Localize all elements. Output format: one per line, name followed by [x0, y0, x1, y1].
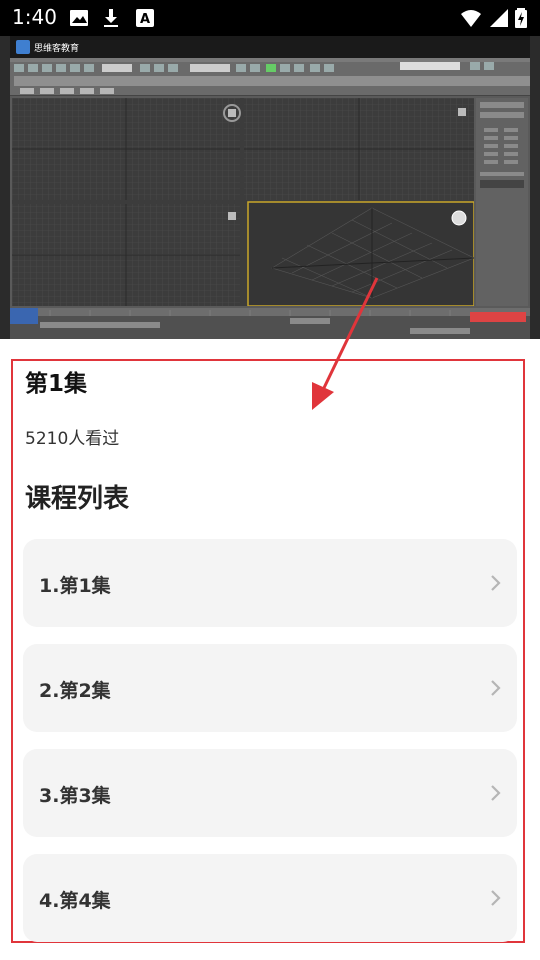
timeline-bar [10, 308, 530, 334]
app-toolbar [10, 58, 534, 96]
brand-logo-icon [16, 40, 30, 54]
software-screenshot [10, 58, 534, 339]
chevron-right-icon [491, 680, 501, 696]
a-icon: A [136, 9, 154, 27]
course-list-item[interactable]: 2.第2集 [23, 644, 517, 732]
brand-logo: 思维客教育 [16, 39, 79, 55]
chevron-right-icon [491, 575, 501, 591]
course-item-label: 4.第4集 [39, 890, 111, 912]
course-item-label: 1.第1集 [39, 575, 111, 597]
signal-icon [490, 9, 508, 27]
timeline [10, 308, 530, 339]
svg-text:A: A [140, 12, 150, 27]
status-time: 1:40 [12, 5, 57, 29]
image-icon [70, 10, 88, 26]
download-icon [104, 9, 118, 27]
video-player[interactable]: 思维客教育 [0, 36, 540, 339]
episode-title: 第1集 [25, 371, 88, 397]
toolbar-icons [10, 58, 534, 94]
viewports-area [12, 98, 475, 307]
wifi-icon [461, 10, 481, 27]
course-item-label: 3.第3集 [39, 785, 111, 807]
command-panel [476, 98, 528, 306]
chevron-right-icon [491, 890, 501, 906]
chevron-right-icon [491, 785, 501, 801]
status-bar: 1:40 A [0, 0, 540, 36]
viewport-grids [12, 98, 475, 307]
course-list-item[interactable]: 4.第4集 [23, 854, 517, 942]
course-item-label: 2.第2集 [39, 680, 111, 702]
battery-charging-icon [515, 8, 527, 28]
view-count: 5210人看过 [25, 429, 120, 449]
course-list-item[interactable]: 3.第3集 [23, 749, 517, 837]
course-list-heading: 课程列表 [25, 484, 130, 514]
course-list-item[interactable]: 1.第1集 [23, 539, 517, 627]
brand-name: 思维客教育 [34, 43, 80, 54]
command-panel-items [480, 102, 524, 188]
video-header-bar: 思维客教育 [10, 36, 530, 58]
